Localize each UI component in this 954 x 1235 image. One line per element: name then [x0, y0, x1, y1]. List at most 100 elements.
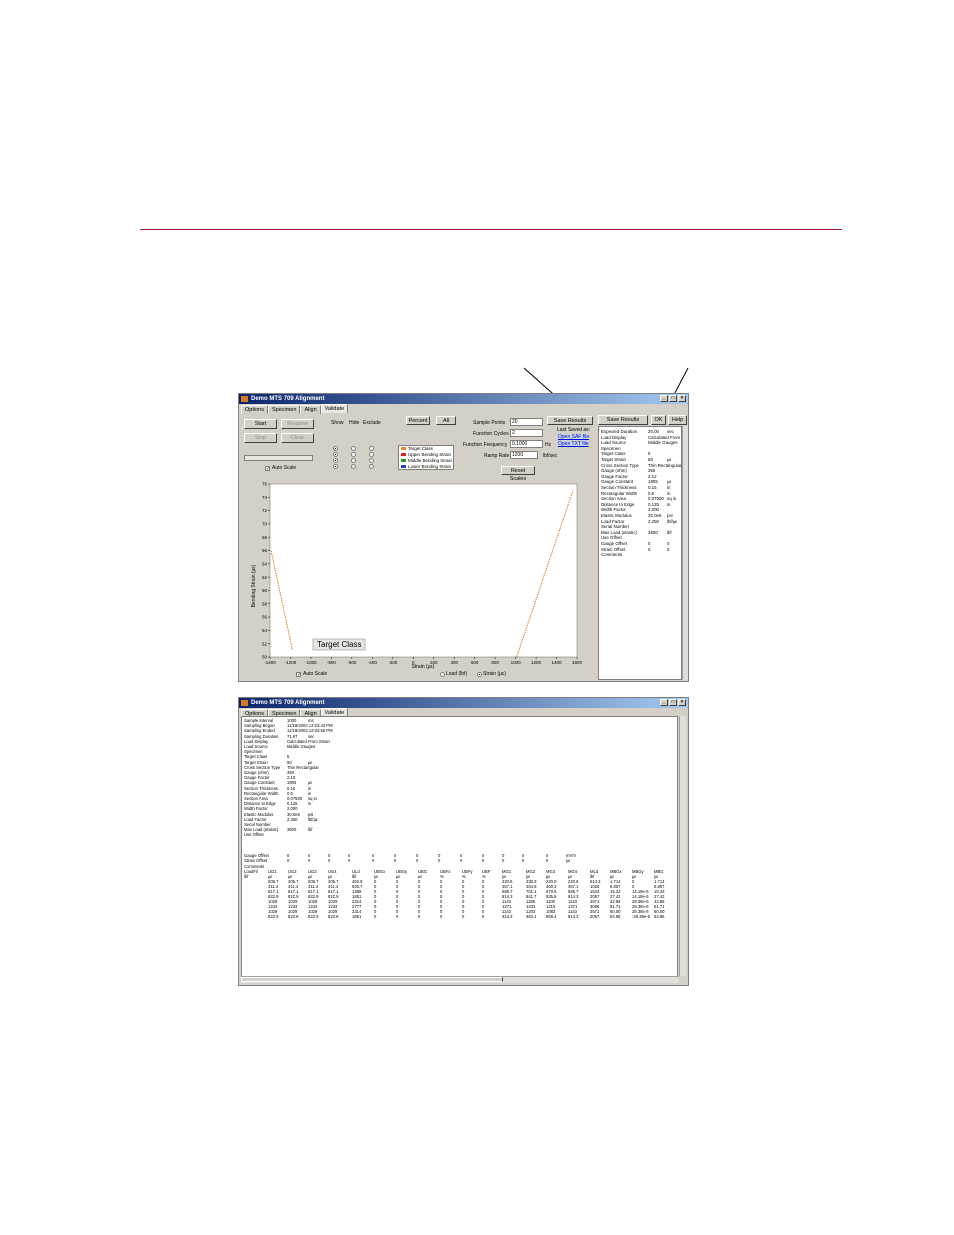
properties-scrollbar[interactable]	[682, 426, 688, 680]
radio-lower-hide[interactable]	[351, 464, 356, 469]
report-close-button[interactable]: ×	[678, 699, 686, 706]
tab-specimen[interactable]: Specimen	[267, 405, 301, 414]
property-key: Comments	[601, 552, 623, 558]
x-tick-label: -400	[368, 660, 378, 665]
property-value: 30.0e6	[648, 513, 662, 518]
offset-value: 0	[460, 858, 463, 864]
plot-area	[269, 483, 578, 658]
x-tick-label: -1000	[305, 660, 317, 665]
report-window-title: Demo MTS 709 Alignment	[251, 700, 325, 706]
xaxis-load-radio[interactable]	[440, 672, 445, 677]
property-unit: με	[667, 457, 672, 462]
offset-value: 0	[546, 858, 549, 864]
property-key: Gauge Offset	[601, 541, 628, 546]
table-cell: 0	[440, 914, 443, 919]
ok-button[interactable]: OK	[651, 415, 666, 425]
table-cell: 1851	[352, 914, 362, 919]
function-cycles-label: Function Cycles	[473, 431, 509, 437]
property-key: Gauge Factor	[601, 473, 628, 479]
ramp-rate-label: Ramp Rate	[484, 453, 510, 459]
property-row: Use Offset	[601, 535, 681, 540]
report-hscroll-thumb[interactable]	[241, 977, 503, 982]
open-saf-link[interactable]: Open SAF file	[558, 434, 590, 440]
radio-middle-hide[interactable]	[351, 458, 356, 463]
property-key: Load Display	[601, 434, 627, 440]
col-hide: Hide	[349, 420, 360, 426]
property-value: 0.5	[648, 490, 655, 496]
radio-middle-show[interactable]	[333, 458, 338, 463]
stop-button[interactable]: Stop	[244, 433, 277, 443]
function-frequency-input[interactable]: 0.1000	[510, 440, 543, 448]
property-row: Target Class 5	[601, 451, 681, 456]
radio-upper-hide[interactable]	[351, 452, 356, 457]
property-value: 2.000	[648, 507, 659, 513]
save-results-right-button[interactable]: Save Results	[598, 415, 648, 425]
x-axis-label: Strain (με)	[412, 664, 435, 670]
minimize-button[interactable]: _	[660, 395, 668, 402]
properties-panel: Expected Duration 20.00 sec Load Display Cal…	[598, 426, 688, 680]
sample-points-input[interactable]: 20	[510, 418, 543, 426]
window-titlebar: Demo MTS 709 Alignment _ □ ×	[239, 394, 688, 404]
resume-button[interactable]: Resume	[281, 419, 314, 429]
radio-lower-exclude[interactable]	[369, 464, 374, 469]
tab-align[interactable]: Align	[300, 405, 321, 414]
xaxis-strain-radio[interactable]	[477, 672, 482, 677]
radio-target-show[interactable]	[333, 446, 338, 451]
property-key: Target Class	[601, 451, 626, 457]
property-row: Load Factor 2.250 lbf/με	[601, 519, 681, 524]
report-hscrollbar[interactable]	[241, 976, 679, 983]
property-key: Specimen	[601, 445, 621, 451]
save-results-button[interactable]: Save Results	[547, 416, 593, 425]
property-unit: με	[667, 479, 672, 485]
x-tick-label: -800	[327, 660, 337, 665]
tab-validate[interactable]: Validate	[320, 404, 349, 413]
property-key: Target Strain	[601, 457, 626, 462]
auto-scale-bottom-checkbox[interactable]: ✓	[296, 672, 301, 678]
clear-button[interactable]: Clear	[281, 433, 314, 443]
radio-upper-exclude[interactable]	[369, 452, 374, 457]
property-value: Middle Gauges	[648, 440, 678, 446]
radio-target-hide[interactable]	[351, 446, 356, 451]
property-row: Serial Number	[601, 524, 681, 529]
function-frequency-unit: Hz	[545, 442, 552, 448]
report-minimize-button[interactable]: _	[660, 699, 668, 706]
function-cycles-input[interactable]: 2	[510, 429, 543, 437]
property-key: Section Thickness	[601, 485, 637, 490]
table-row: 822.9 822.9 822.9 822.9 1851 0 0 0 0 0 0 914.3 963.1…	[244, 914, 677, 919]
auto-scale-top-checkbox[interactable]: ✓	[265, 466, 270, 472]
property-unit: in	[667, 485, 671, 490]
ramp-rate-input[interactable]: 1200	[510, 451, 538, 459]
radio-lower-show[interactable]	[333, 464, 338, 469]
report-maximize-button[interactable]: □	[669, 699, 677, 706]
x-tick-label: -1400	[264, 660, 276, 665]
radio-upper-show[interactable]	[333, 452, 338, 457]
auto-scale-bottom-label: Auto Scale	[303, 671, 328, 677]
all-button[interactable]: All	[436, 416, 456, 425]
open-txt-link[interactable]: Open TXT file	[558, 441, 589, 447]
reset-scales-button[interactable]: Reset Scales	[501, 466, 535, 482]
start-button[interactable]: Start	[244, 419, 277, 429]
maximize-button[interactable]: □	[669, 395, 677, 402]
close-button[interactable]: ×	[678, 395, 686, 402]
function-frequency-label: Function Frequency	[463, 442, 508, 448]
property-row: Gauge Factor 2.12	[601, 474, 681, 479]
tab-options[interactable]: Options	[241, 405, 268, 414]
offset-value: 0	[348, 858, 351, 864]
property-value: Thin Rectangular	[648, 462, 682, 468]
percent-button[interactable]: Percent	[406, 416, 430, 425]
report-table: LoadFil UG1 UG2 UG3 UG4 ULd UBGx UBGy UBG UBFx UBF…	[244, 869, 677, 919]
property-unit: 0	[667, 541, 670, 546]
radio-middle-exclude[interactable]	[369, 458, 374, 463]
help-button[interactable]: Help	[668, 415, 687, 425]
property-row: Specimen	[601, 446, 681, 451]
property-row: Max Load (elastic) 3600 lbf	[601, 530, 681, 535]
property-key: Distance to Edge	[601, 501, 635, 507]
property-unit: sq in	[667, 496, 677, 502]
property-key: Use Offset	[601, 535, 622, 541]
property-key: Rectangular Width	[601, 490, 638, 496]
property-row: Section Thickness 0.15 in	[601, 485, 681, 490]
radio-target-exclude[interactable]	[369, 446, 374, 451]
x-tick-label: 1400	[552, 660, 563, 665]
report-vscrollbar[interactable]	[679, 716, 686, 976]
report-text-area[interactable]: Sample Interval 1000 ms Sampling Began 11/19…	[241, 716, 678, 978]
